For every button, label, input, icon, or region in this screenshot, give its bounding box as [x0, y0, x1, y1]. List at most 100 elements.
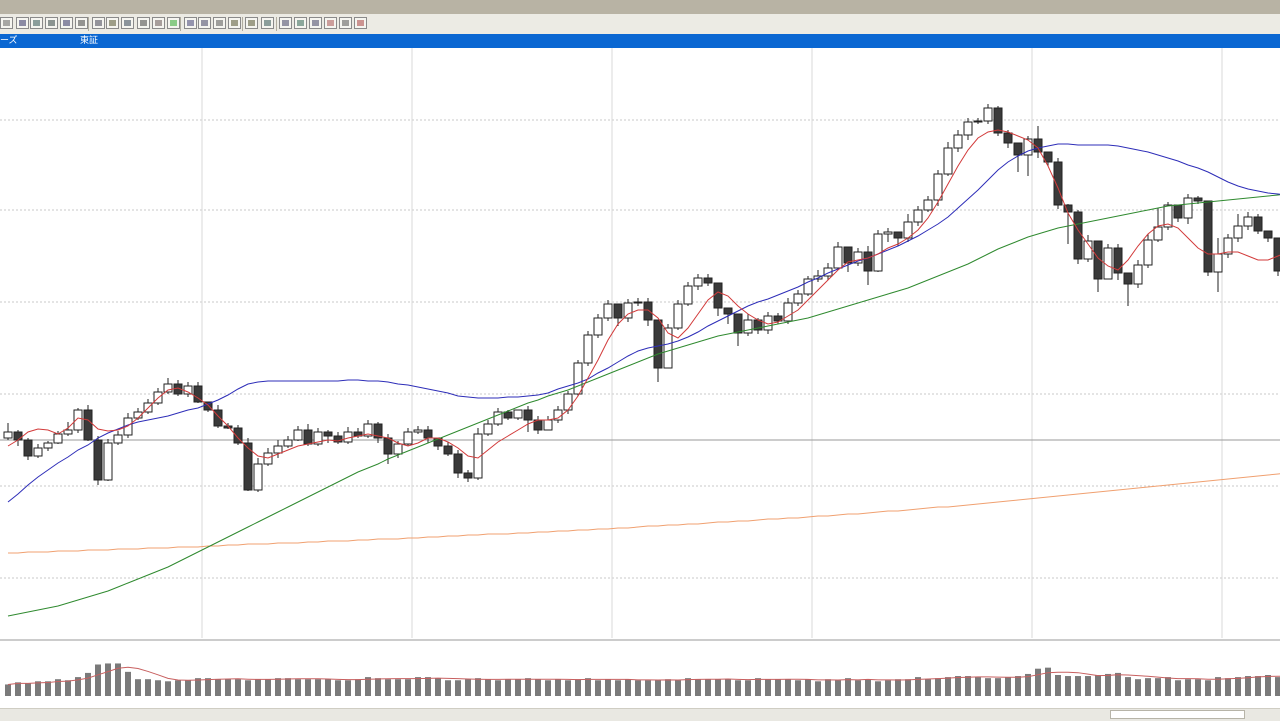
- pen-icon[interactable]: [167, 17, 180, 29]
- volume-bar: [1115, 672, 1121, 696]
- line-tool-icon[interactable]: [75, 17, 88, 29]
- candle-body: [513, 409, 523, 419]
- volume-bar: [165, 681, 171, 696]
- table-icon[interactable]: [45, 17, 58, 29]
- candle-body: [453, 453, 463, 474]
- zoom-out-icon[interactable]: [92, 17, 105, 29]
- candle-body: [893, 231, 903, 239]
- candle-body: [73, 409, 83, 431]
- candle-icon[interactable]: [30, 17, 43, 29]
- gear-icon[interactable]: [324, 17, 337, 29]
- candle-body: [1013, 142, 1023, 156]
- trash-icon[interactable]: [213, 17, 226, 29]
- copy-icon[interactable]: [279, 17, 292, 29]
- volume-bar: [875, 681, 881, 696]
- volume-bar: [1105, 673, 1111, 696]
- settings-icon[interactable]: [339, 17, 352, 29]
- candle-body: [833, 246, 843, 269]
- horizontal-scrollbar[interactable]: [1110, 710, 1245, 719]
- magnify-icon[interactable]: [121, 17, 134, 29]
- image-icon[interactable]: [294, 17, 307, 29]
- palette-icon[interactable]: [354, 17, 367, 29]
- volume-bar: [975, 677, 981, 696]
- candle-body: [983, 107, 993, 122]
- volume-bar: [765, 679, 771, 696]
- candle-body: [1133, 264, 1143, 285]
- candle-body: [1073, 211, 1083, 260]
- candle-body: [673, 303, 683, 329]
- volume-bar: [125, 671, 131, 696]
- ma5-line: [7, 129, 1280, 459]
- scan-icon[interactable]: [137, 17, 150, 29]
- chart-area[interactable]: [0, 48, 1280, 700]
- candle-body: [653, 319, 663, 369]
- candle-body: [613, 303, 623, 319]
- price-chart[interactable]: [0, 48, 1280, 700]
- candle-body: [443, 445, 453, 455]
- export-icon[interactable]: [309, 17, 322, 29]
- candle-body: [83, 409, 93, 441]
- volume-bar: [1125, 677, 1131, 696]
- volume-bar: [345, 680, 351, 696]
- volume-bar: [15, 682, 21, 696]
- grid-icon[interactable]: [60, 17, 73, 29]
- volume-bar: [205, 678, 211, 696]
- volume-bar: [235, 679, 241, 696]
- candle-body: [1143, 239, 1153, 266]
- volume-bar: [925, 679, 931, 696]
- search-icon[interactable]: [228, 17, 241, 29]
- toolbar: [0, 14, 1280, 35]
- volume-bar: [1175, 680, 1181, 696]
- candle-body: [863, 251, 873, 272]
- volume-bar: [315, 679, 321, 696]
- eraser-icon[interactable]: [198, 17, 211, 29]
- volume-bar: [525, 678, 531, 696]
- candle-body: [583, 334, 593, 364]
- volume-bar: [785, 679, 791, 696]
- volume-bar: [595, 680, 601, 696]
- filter-icon[interactable]: [245, 17, 258, 29]
- volume-bar: [85, 672, 91, 696]
- split-icon[interactable]: [152, 17, 165, 29]
- volume-bar: [5, 684, 11, 696]
- volume-bar: [565, 680, 571, 696]
- candle-body: [1053, 161, 1063, 206]
- volume-bar: [215, 679, 221, 696]
- candle-body: [693, 277, 703, 287]
- volume-bar: [485, 679, 491, 696]
- volume-bar: [585, 678, 591, 696]
- volume-bar: [25, 683, 31, 696]
- volume-bar: [1135, 679, 1141, 696]
- candle-body: [3, 431, 13, 439]
- volume-bar: [265, 679, 271, 696]
- volume-bar: [505, 679, 511, 696]
- volume-bar: [1035, 668, 1041, 696]
- volume-bar: [1245, 676, 1251, 696]
- chart-icon[interactable]: [16, 17, 29, 29]
- page-icon[interactable]: [0, 17, 13, 29]
- ma200-line: [8, 473, 1280, 554]
- volume-bar: [385, 679, 391, 696]
- candle-body: [1193, 197, 1203, 202]
- candle-body: [573, 362, 583, 395]
- candle-body: [1243, 216, 1253, 227]
- volume-bar: [365, 677, 371, 696]
- candle-body: [1263, 230, 1273, 239]
- volume-bar: [495, 680, 501, 696]
- volume-bar: [1045, 667, 1051, 696]
- candle-body: [253, 463, 263, 491]
- volume-bar: [1215, 677, 1221, 696]
- cross-icon[interactable]: [106, 17, 119, 29]
- volume-bar: [305, 679, 311, 696]
- window-icon[interactable]: [261, 17, 274, 29]
- volume-bar: [1005, 677, 1011, 696]
- candle-body: [43, 442, 53, 449]
- series-label: ーズ: [0, 36, 18, 46]
- volume-bar: [1205, 680, 1211, 696]
- status-bar: [0, 708, 1280, 721]
- cursor-icon[interactable]: [184, 17, 197, 29]
- candle-body: [723, 307, 733, 315]
- candle-body: [603, 303, 613, 319]
- volume-bar: [1085, 676, 1091, 696]
- volume-bar: [605, 679, 611, 696]
